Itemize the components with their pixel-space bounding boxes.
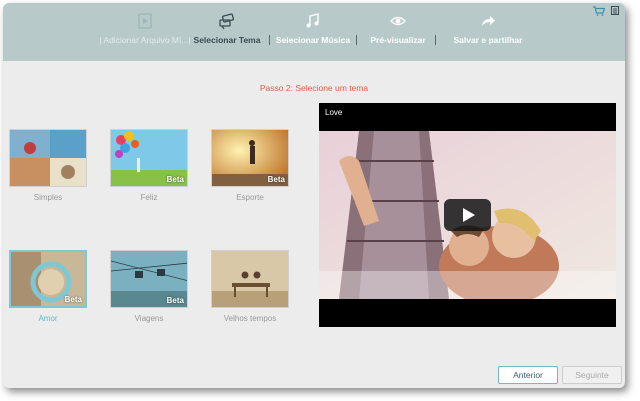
play-icon[interactable]: [444, 199, 491, 231]
share-arrow-icon: [482, 16, 495, 26]
preview-title: Love: [325, 108, 343, 117]
menu-icon[interactable]: [611, 6, 619, 15]
step-label: Pré-visualizar: [370, 35, 426, 45]
theme-name: Simples: [33, 193, 63, 202]
theme-thumbnail-amor[interactable]: Beta: [9, 250, 87, 308]
theme-name: Amor: [38, 314, 58, 323]
step-separator: [435, 35, 436, 45]
theme-preview-image: [212, 251, 288, 307]
beta-badge: Beta: [166, 296, 184, 305]
video-file-icon: [138, 13, 152, 29]
cart-icon[interactable]: [593, 6, 605, 16]
theme-thumbnail-viagens[interactable]: Beta: [110, 250, 188, 308]
step-select-music[interactable]: Selecionar Música: [275, 3, 351, 61]
beta-badge: Beta: [267, 175, 285, 184]
theme-thumbnail-esporte[interactable]: Beta: [211, 129, 289, 187]
eye-icon: [390, 16, 406, 26]
step-add-media[interactable]: | Adicionar Arquivo Mí...|: [95, 3, 195, 61]
theme-thumbnail-feliz[interactable]: Beta: [110, 129, 188, 187]
beta-badge: Beta: [64, 295, 82, 304]
theme-icon: [219, 13, 235, 30]
page-headline: Passo 2: Selecione um tema: [259, 83, 369, 93]
step-label: Selecionar Tema: [193, 35, 261, 45]
theme-name: Velhos tempos: [223, 314, 277, 323]
next-button[interactable]: Seguinte: [562, 366, 622, 384]
video-preview-player[interactable]: Love: [319, 103, 616, 327]
theme-name: Viagens: [134, 314, 164, 323]
theme-thumbnail-velhos-tempos[interactable]: [211, 250, 289, 308]
step-navigation-bar: | Adicionar Arquivo Mí...| Selecionar Te…: [3, 3, 625, 61]
app-window: | Adicionar Arquivo Mí...| Selecionar Te…: [3, 3, 625, 388]
step-separator: [269, 35, 270, 45]
beta-badge: Beta: [166, 175, 184, 184]
music-note-icon: [306, 13, 319, 28]
step-separator: [356, 35, 357, 45]
theme-name: Feliz: [140, 193, 158, 202]
step-save-share[interactable]: Salvar e partilhar: [443, 3, 533, 61]
step-label: Salvar e partilhar: [453, 35, 523, 45]
theme-preview-image: [10, 130, 86, 186]
step-select-theme[interactable]: Selecionar Tema: [191, 3, 263, 61]
step-preview[interactable]: Pré-visualizar: [363, 3, 433, 61]
theme-name: Esporte: [236, 193, 264, 202]
previous-button[interactable]: Anterior: [498, 366, 558, 384]
theme-thumbnail-simples[interactable]: [9, 129, 87, 187]
step-label: | Adicionar Arquivo Mí...|: [99, 35, 191, 45]
step-label: Selecionar Música: [275, 35, 351, 45]
